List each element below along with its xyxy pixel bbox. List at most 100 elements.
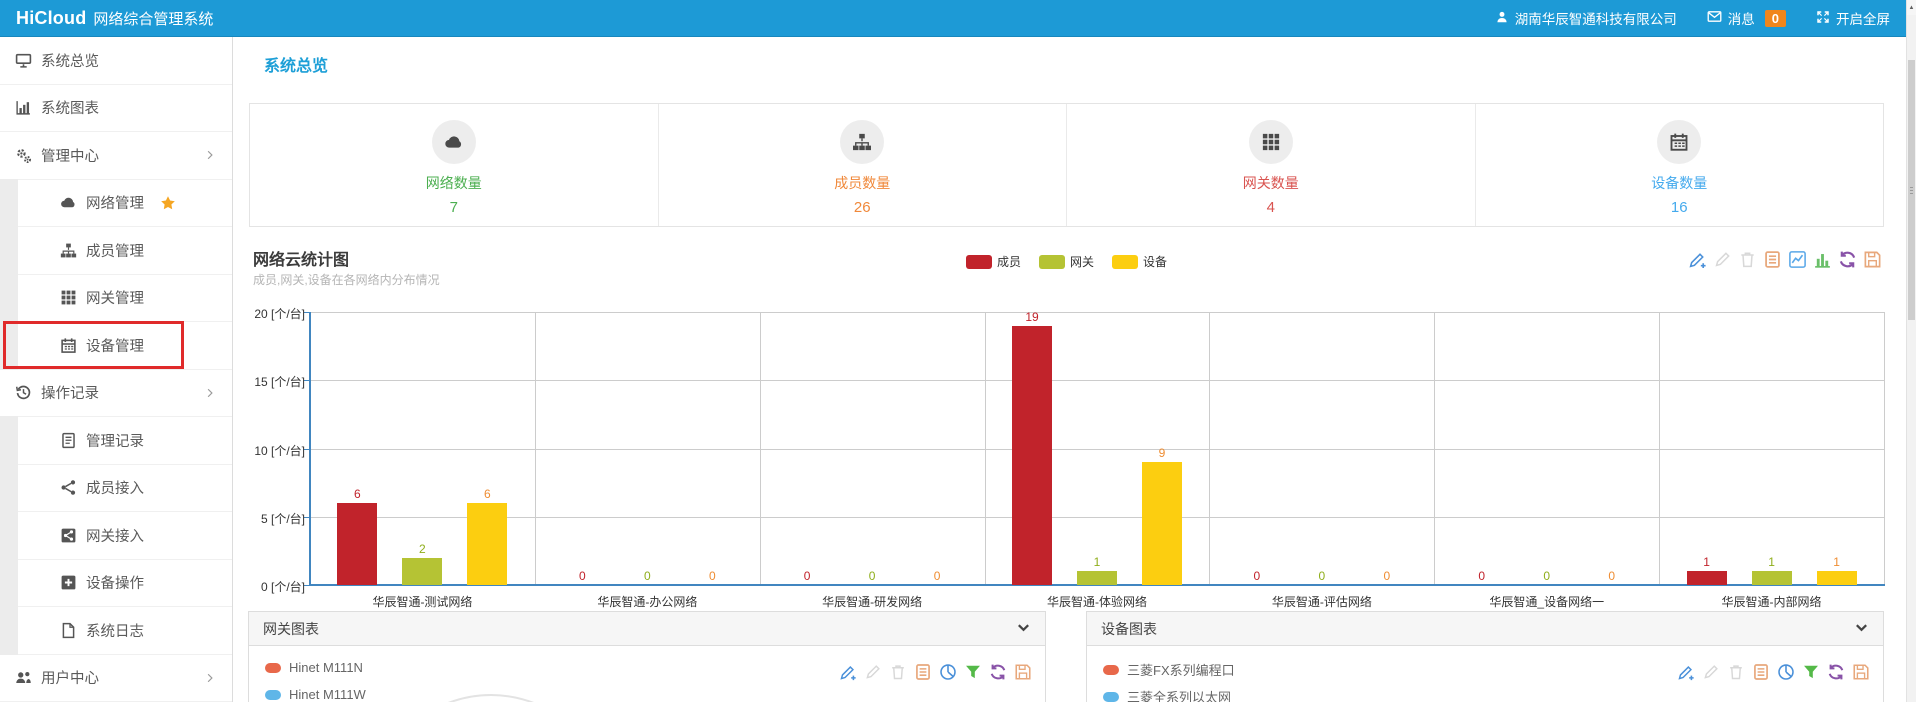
legend-list-item[interactable]: Hinet M111N bbox=[265, 660, 363, 675]
toolbox-funnel-icon[interactable] bbox=[1801, 662, 1821, 682]
bar-网关 bbox=[402, 558, 442, 585]
desktop-icon bbox=[15, 52, 32, 69]
top-navbar: HiCloud 网络综合管理系统 湖南华辰智通科技有限公司 消息 0 开启全屏 bbox=[0, 0, 1906, 37]
bar-value-label: 1 bbox=[1807, 555, 1867, 569]
toolbox-data-view-icon[interactable] bbox=[1751, 662, 1771, 682]
bar-value-label: 9 bbox=[1132, 446, 1192, 460]
toolbox-save-icon[interactable] bbox=[1013, 662, 1033, 682]
fullscreen-button[interactable]: 开启全屏 bbox=[1816, 8, 1890, 28]
toolbox-refresh-icon[interactable] bbox=[988, 662, 1008, 682]
sidebar-item-operation-records[interactable]: 操作记录 bbox=[0, 370, 232, 418]
sidebar-item-management-center[interactable]: 管理中心 bbox=[0, 132, 232, 180]
sidebar-item-member-access[interactable]: 成员接入 bbox=[0, 465, 232, 513]
toolbox-save-icon[interactable] bbox=[1851, 662, 1871, 682]
gateway-chart-panel-header[interactable]: 网关图表 bbox=[249, 612, 1045, 646]
envelope-icon bbox=[1707, 9, 1722, 27]
sidebar-item-label: 系统图表 bbox=[41, 97, 99, 118]
company-menu[interactable]: 湖南华辰智通科技有限公司 bbox=[1495, 8, 1677, 28]
series-label: 三菱全系列以太网 bbox=[1127, 687, 1231, 702]
sidebar-item-system-overview[interactable]: 系统总览 bbox=[0, 37, 232, 85]
navbar-right: 湖南华辰智通科技有限公司 消息 0 开启全屏 bbox=[1495, 8, 1890, 28]
series-label: 三菱FX系列编程口 bbox=[1127, 660, 1235, 679]
stat-value: 16 bbox=[1476, 199, 1884, 216]
y-axis-label: 10 [个/台] bbox=[249, 442, 305, 459]
toolbox-pencil-add-icon[interactable] bbox=[1676, 662, 1696, 682]
cloud-icon bbox=[60, 194, 77, 211]
y-axis-label: 15 [个/台] bbox=[249, 373, 305, 390]
scrollbar-thumb[interactable] bbox=[1908, 60, 1915, 320]
doc-text-icon bbox=[60, 432, 77, 449]
calendar-icon bbox=[1657, 120, 1701, 164]
toolbox-pencil-icon[interactable] bbox=[863, 662, 883, 682]
category-separator bbox=[535, 312, 536, 585]
toolbox-pie-icon[interactable] bbox=[1776, 662, 1796, 682]
sidebar-item-device-management[interactable]: 设备管理 bbox=[0, 322, 232, 370]
sidebar-item-network-management[interactable]: 网络管理 bbox=[0, 180, 232, 228]
bar-value-label: 19 bbox=[1002, 310, 1062, 324]
sidebar-item-label: 设备操作 bbox=[86, 572, 144, 593]
sidebar-item-management-records[interactable]: 管理记录 bbox=[0, 417, 232, 465]
bar-成员 bbox=[1687, 571, 1727, 585]
x-axis-category-label: 华辰智通_设备网络一 bbox=[1434, 593, 1659, 610]
sidebar-item-label: 用户中心 bbox=[41, 667, 99, 688]
legend-list-item[interactable]: 三菱FX系列编程口 bbox=[1103, 660, 1235, 679]
chevron-down-icon bbox=[1854, 620, 1869, 638]
sidebar-item-device-operation[interactable]: 设备操作 bbox=[0, 560, 232, 608]
bar-value-label: 0 bbox=[1452, 569, 1512, 583]
bar-value-label: 0 bbox=[907, 569, 967, 583]
category-separator bbox=[1659, 312, 1660, 585]
stat-card-member-count: 成员数量26 bbox=[659, 104, 1068, 226]
toolbox-pencil-icon[interactable] bbox=[1701, 662, 1721, 682]
fullscreen-label: 开启全屏 bbox=[1836, 8, 1890, 28]
legend-list-item[interactable]: Hinet M111W bbox=[265, 687, 366, 702]
x-axis-category-label: 华辰智通-研发网络 bbox=[760, 593, 985, 610]
sidebar-item-label: 管理记录 bbox=[86, 430, 144, 451]
scroll-up-arrow-icon[interactable]: ▲ bbox=[1907, 0, 1916, 15]
device-chart-panel: 设备图表三菱FX系列编程口三菱全系列以太网 bbox=[1086, 611, 1884, 702]
sitemap-icon bbox=[60, 242, 77, 259]
sidebar-item-user-center[interactable]: 用户中心 bbox=[0, 655, 232, 702]
gateway-chart-panel: 网关图表 Hinet M111N Hinet M111W bbox=[248, 611, 1046, 702]
toolbox-trash-icon[interactable] bbox=[1726, 662, 1746, 682]
y-axis-label: 0 [个/台] bbox=[249, 578, 305, 595]
sidebar: 系统总览系统图表管理中心网络管理成员管理网关管理设备管理操作记录管理记录成员接入… bbox=[0, 37, 233, 702]
y-axis-label: 20 [个/台] bbox=[249, 305, 305, 322]
y-axis-label: 5 [个/台] bbox=[249, 510, 305, 527]
toolbox-data-view-icon[interactable] bbox=[913, 662, 933, 682]
x-axis-category-label: 华辰智通-评估网络 bbox=[1209, 593, 1434, 610]
device-chart-panel-header[interactable]: 设备图表 bbox=[1087, 612, 1883, 646]
toolbox-trash-icon[interactable] bbox=[888, 662, 908, 682]
toolbox-funnel-icon[interactable] bbox=[963, 662, 983, 682]
vertical-scrollbar[interactable]: ▲ bbox=[1906, 0, 1916, 702]
sidebar-item-system-charts[interactable]: 系统图表 bbox=[0, 85, 232, 133]
file-icon bbox=[60, 622, 77, 639]
toolbox-pie-icon[interactable] bbox=[938, 662, 958, 682]
chevron-right-icon bbox=[204, 387, 216, 399]
gateway-chart-panel-body: Hinet M111N Hinet M111W bbox=[249, 646, 1045, 702]
bar-成员 bbox=[1012, 326, 1052, 585]
app-title: 网络综合管理系统 bbox=[93, 8, 213, 29]
category-separator bbox=[985, 312, 986, 585]
users-icon bbox=[15, 669, 32, 686]
sidebar-item-label: 系统日志 bbox=[86, 620, 144, 641]
sidebar-item-gateway-management[interactable]: 网关管理 bbox=[0, 275, 232, 323]
device-chart-toolbar bbox=[1676, 662, 1871, 682]
sidebar-item-label: 操作记录 bbox=[41, 382, 99, 403]
toolbox-refresh-icon[interactable] bbox=[1826, 662, 1846, 682]
sidebar-item-label: 网关接入 bbox=[86, 525, 144, 546]
messages-menu[interactable]: 消息 0 bbox=[1707, 8, 1786, 28]
fullscreen-icon bbox=[1816, 10, 1830, 27]
panel-title: 网关图表 bbox=[263, 619, 319, 639]
page-title: 系统总览 bbox=[264, 52, 328, 76]
series-marker bbox=[1103, 665, 1119, 675]
bar-value-label: 1 bbox=[1677, 555, 1737, 569]
bar-网关 bbox=[1752, 571, 1792, 585]
bar-value-label: 6 bbox=[327, 487, 387, 501]
sidebar-item-system-logs[interactable]: 系统日志 bbox=[0, 607, 232, 655]
series-marker bbox=[265, 690, 281, 700]
sidebar-item-member-management[interactable]: 成员管理 bbox=[0, 227, 232, 275]
x-axis-category-label: 华辰智通-测试网络 bbox=[310, 593, 535, 610]
toolbox-pencil-add-icon[interactable] bbox=[838, 662, 858, 682]
legend-list-item[interactable]: 三菱全系列以太网 bbox=[1103, 687, 1231, 702]
sidebar-item-gateway-access[interactable]: 网关接入 bbox=[0, 512, 232, 560]
